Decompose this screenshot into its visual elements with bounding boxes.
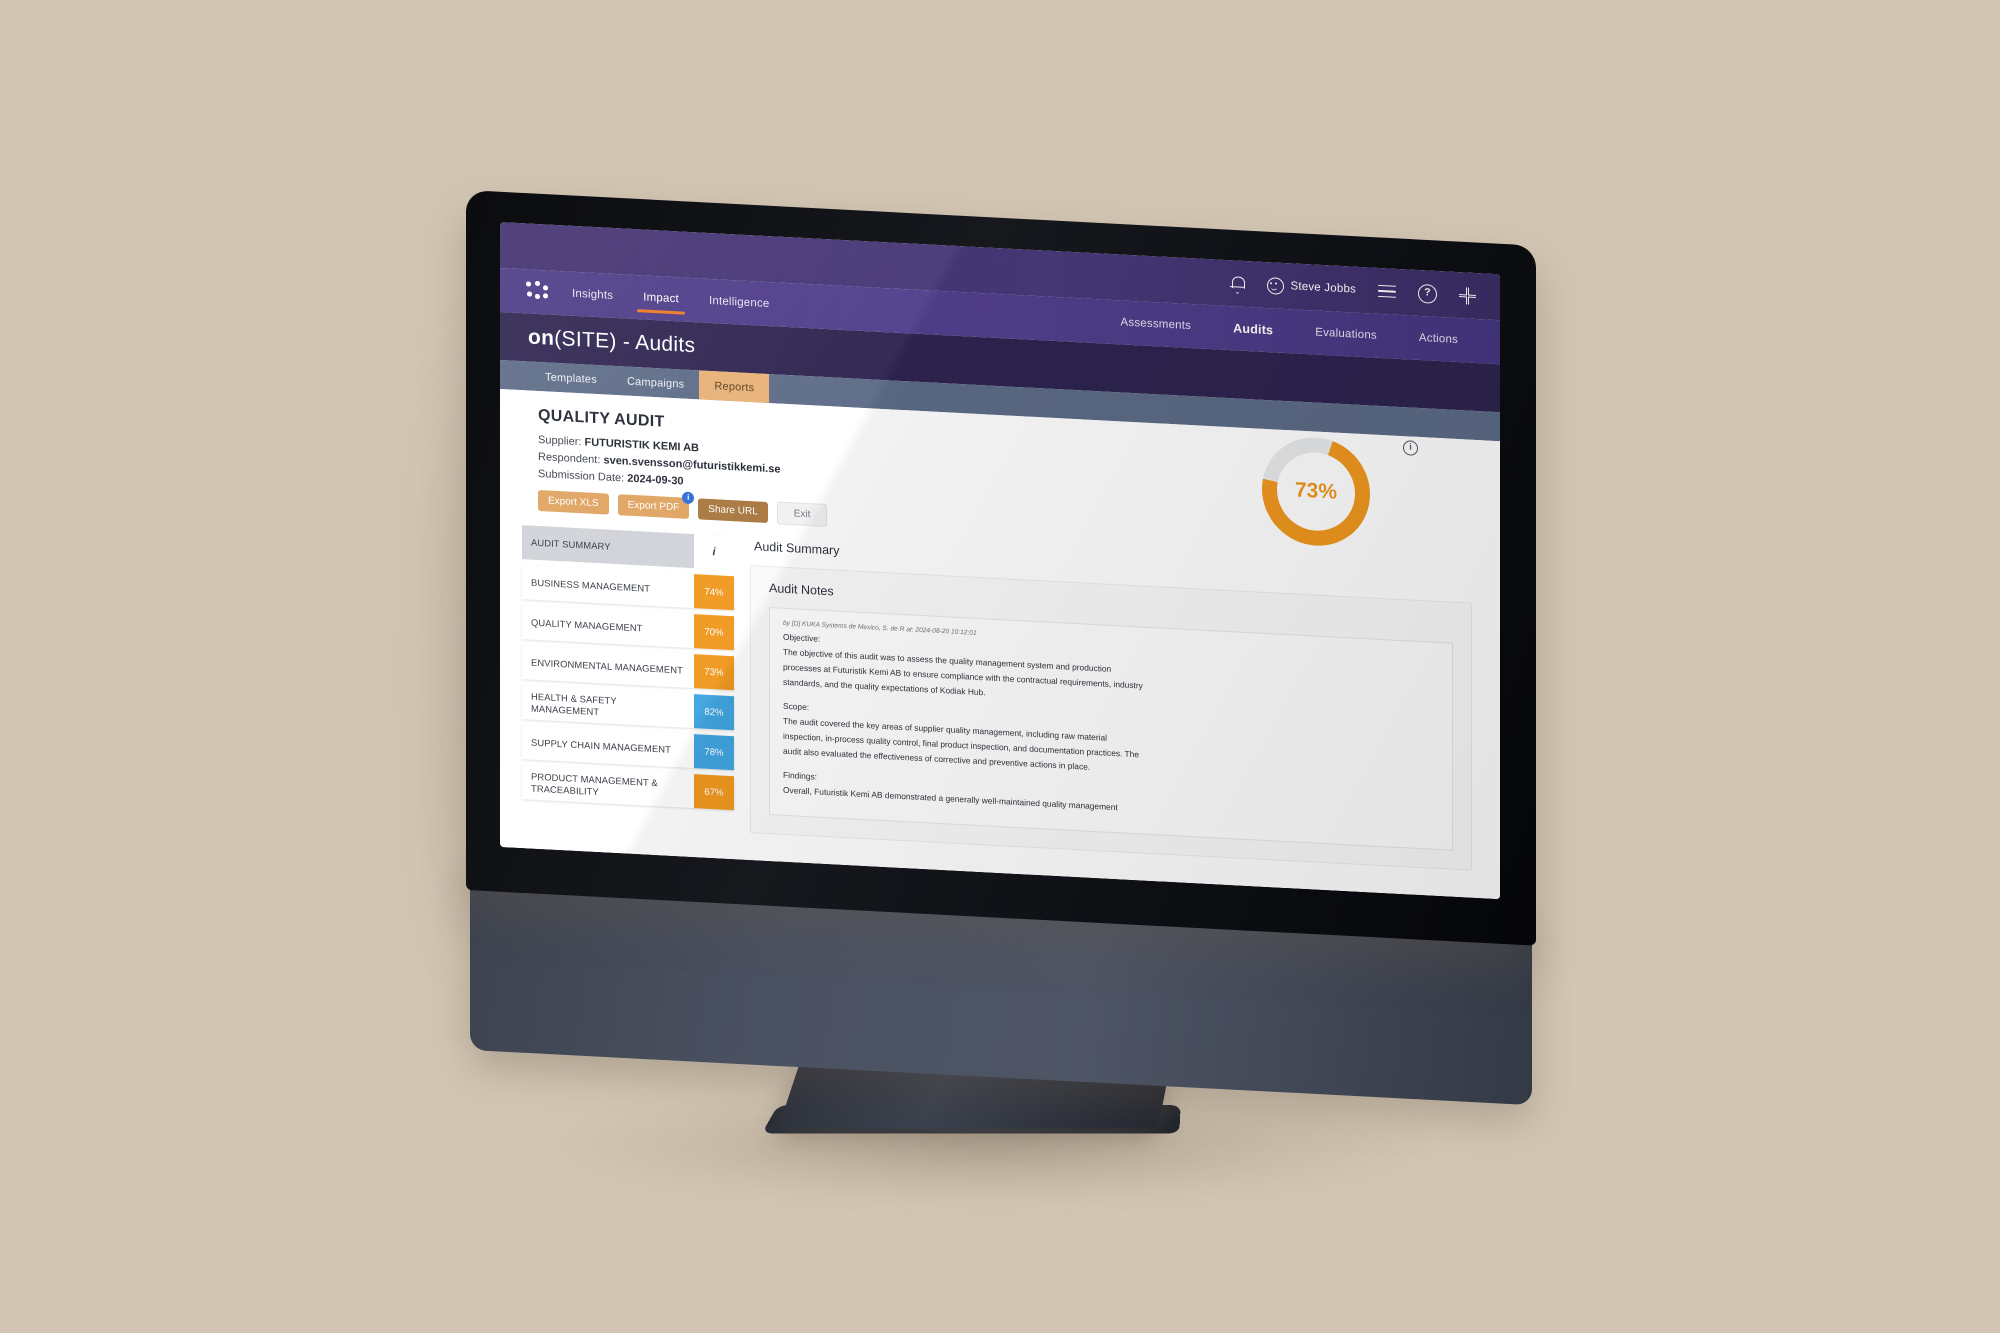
audit-notes-body: by [D] KUKA Systems de Mexico, S. de R a… [769, 607, 1453, 851]
tab-templates[interactable]: Templates [530, 362, 612, 395]
collapse-icon[interactable] [1459, 286, 1476, 305]
supplier-value: FUTURISTIK KEMI AB [584, 436, 699, 455]
page-title-prefix: on [528, 325, 555, 350]
section-row-audit-summary[interactable]: AUDIT SUMMARY i [522, 525, 734, 571]
dots-logo-icon[interactable] [526, 280, 548, 303]
page-title-suffix: - Audits [616, 330, 696, 358]
section-row-business-management[interactable]: BUSINESS MANAGEMENT 74% [522, 565, 734, 611]
audit-notes-card: Audit Notes by [D] KUKA Systems de Mexic… [750, 565, 1472, 871]
section-row-supply-chain-management[interactable]: SUPPLY CHAIN MANAGEMENT 78% [522, 725, 734, 771]
user-name: Steve Jobbs [1290, 280, 1357, 296]
scene: Steve Jobbs ? Insights Impact Intelligen… [0, 0, 2000, 1333]
export-pdf-button[interactable]: Export PDF i [617, 491, 695, 519]
section-score: 67% [694, 774, 734, 811]
page-title: on(SITE) - Audits [528, 325, 695, 358]
section-label: QUALITY MANAGEMENT [531, 616, 643, 634]
info-badge-icon[interactable]: i [682, 491, 695, 505]
report-body: AUDIT SUMMARY i BUSINESS MANAGEMENT 74% … [500, 524, 1500, 872]
bell-icon[interactable] [1230, 275, 1245, 294]
nav-item-audits[interactable]: Audits [1231, 308, 1275, 350]
section-label: HEALTH & SAFETY MANAGEMENT [531, 690, 617, 718]
nav-item-evaluations[interactable]: Evaluations [1313, 313, 1379, 354]
overall-score-chart: 73% i [1262, 434, 1418, 561]
section-row-health-safety-management[interactable]: HEALTH & SAFETY MANAGEMENT 82% [522, 685, 734, 731]
submission-value: 2024-09-30 [627, 472, 684, 488]
nav-item-impact[interactable]: Impact [641, 278, 681, 318]
avatar [1266, 276, 1284, 295]
donut-center-label: 73% [1294, 478, 1338, 504]
share-url-button[interactable]: Share URL [698, 498, 768, 523]
nav-item-actions[interactable]: Actions [1417, 319, 1460, 359]
section-row-quality-management[interactable]: QUALITY MANAGEMENT 70% [522, 605, 734, 651]
submission-label: Submission Date: [538, 467, 625, 485]
export-xls-button[interactable]: Export XLS [538, 489, 609, 515]
section-label: AUDIT SUMMARY [531, 536, 611, 552]
supplier-label: Supplier: [538, 433, 582, 449]
report-page: QUALITY AUDIT Supplier: FUTURISTIK KEMI … [500, 389, 1500, 900]
help-icon[interactable]: ? [1418, 283, 1437, 304]
hamburger-icon[interactable] [1378, 284, 1396, 299]
monitor-screen: Steve Jobbs ? Insights Impact Intelligen… [500, 222, 1500, 900]
section-row-environmental-management[interactable]: ENVIRONMENTAL MANAGEMENT 73% [522, 645, 734, 691]
section-score: i [694, 534, 734, 571]
section-detail-panel: Audit Summary Audit Notes by [D] KUKA Sy… [750, 537, 1500, 872]
tab-reports[interactable]: Reports [699, 370, 770, 404]
app-window: Steve Jobbs ? Insights Impact Intelligen… [500, 222, 1500, 900]
page-title-paren: (SITE) [554, 326, 617, 354]
section-score: 78% [694, 734, 734, 771]
nav-item-assessments[interactable]: Assessments [1119, 303, 1194, 345]
nav-primary-group: Insights Impact Intelligence [570, 275, 772, 324]
respondent-label: Respondent: [538, 450, 601, 467]
export-pdf-label: Export PDF [627, 499, 680, 514]
tab-campaigns[interactable]: Campaigns [612, 366, 699, 400]
section-label: SUPPLY CHAIN MANAGEMENT [531, 736, 671, 756]
section-score: 73% [694, 654, 734, 691]
section-score: 74% [694, 574, 734, 611]
nav-item-insights[interactable]: Insights [570, 275, 615, 315]
nav-item-intelligence[interactable]: Intelligence [707, 282, 772, 323]
section-row-product-management-traceability[interactable]: PRODUCT MANAGEMENT & TRACEABILITY 67% [522, 765, 734, 811]
score-info-icon[interactable]: i [1403, 440, 1418, 456]
section-list: AUDIT SUMMARY i BUSINESS MANAGEMENT 74% … [522, 525, 734, 832]
user-menu[interactable]: Steve Jobbs [1266, 276, 1357, 299]
section-label: PRODUCT MANAGEMENT & TRACEABILITY [531, 770, 658, 798]
section-score: 82% [694, 694, 734, 731]
section-label: BUSINESS MANAGEMENT [531, 576, 651, 594]
exit-button[interactable]: Exit [776, 501, 828, 528]
section-score: 70% [694, 614, 734, 651]
section-label: ENVIRONMENTAL MANAGEMENT [531, 656, 683, 676]
